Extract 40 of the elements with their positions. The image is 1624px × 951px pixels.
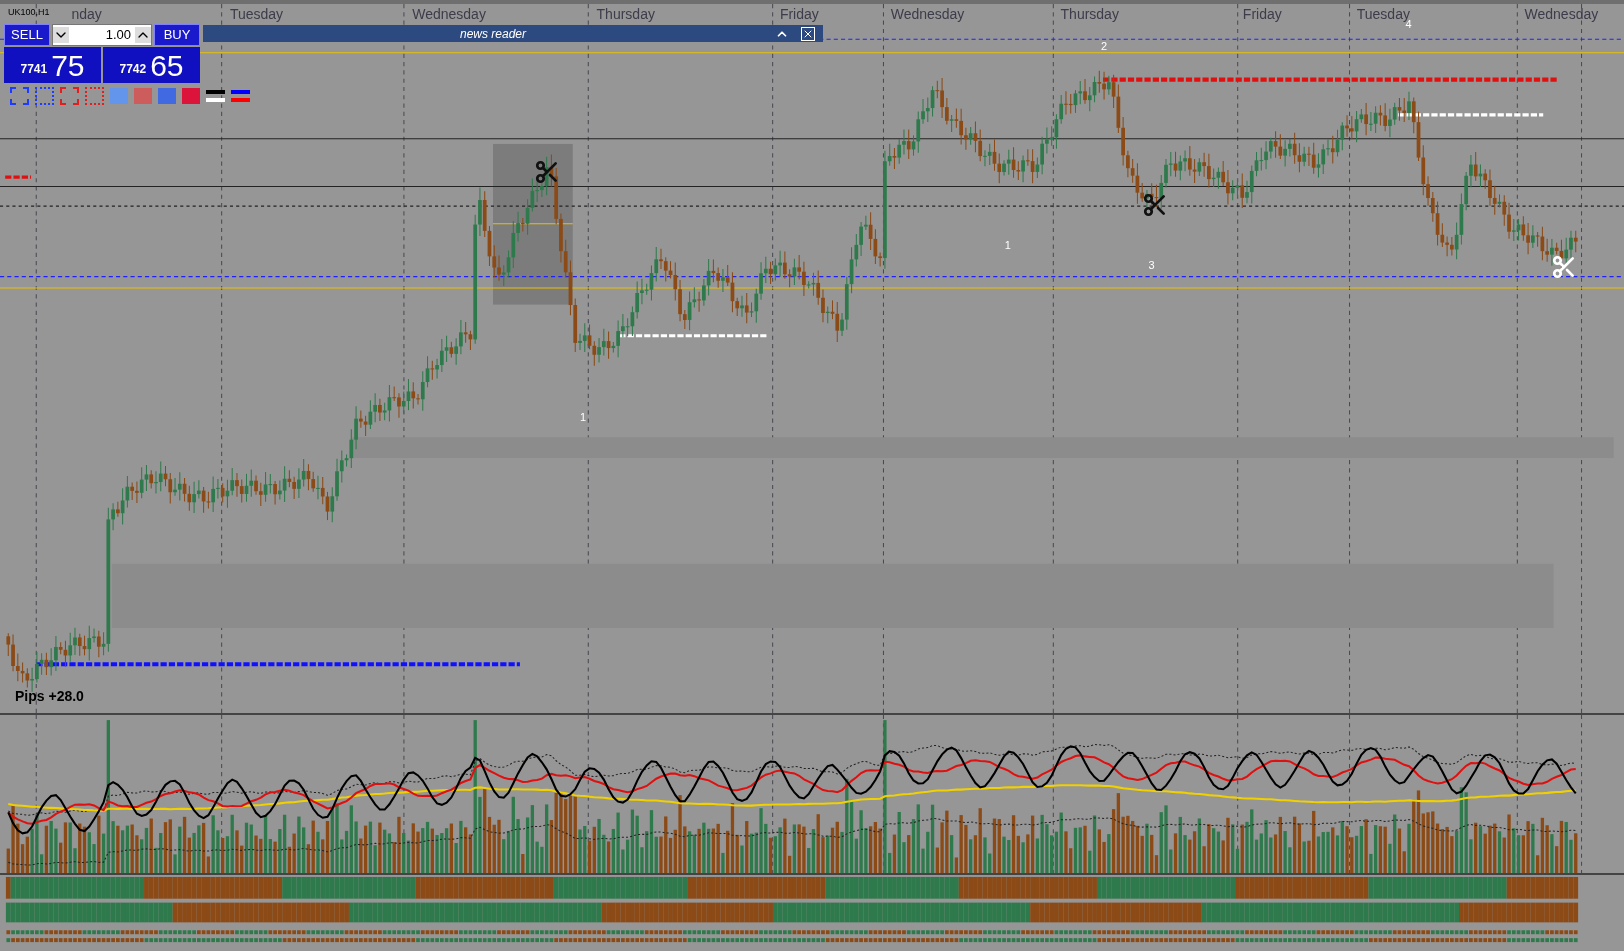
scissors-icon <box>1141 191 1168 218</box>
ask-price-minor: 65 <box>150 51 184 81</box>
color-swatch[interactable] <box>182 88 200 104</box>
day-label: Thursday <box>596 6 655 22</box>
lot-size-field[interactable]: 1.00 <box>52 24 152 46</box>
color-swatch[interactable] <box>158 88 176 104</box>
rectangle-tool-icon[interactable] <box>10 87 29 105</box>
marker-label: 1 <box>1004 240 1011 252</box>
color-swatch[interactable] <box>110 88 128 104</box>
day-label: Friday <box>779 6 819 22</box>
ask-price-major: 7742 <box>119 61 147 78</box>
day-label: Friday <box>1242 6 1282 22</box>
pips-label: Pips +28.0 <box>15 687 84 706</box>
scissors-icon <box>1550 254 1577 281</box>
day-label: Wednesday <box>1524 6 1599 22</box>
marker-label: 3 <box>1148 259 1155 271</box>
day-label: nday <box>71 6 102 22</box>
news-reader-title: news reader <box>458 25 528 43</box>
symbol-label: UK100,H1 <box>8 8 50 17</box>
decrease-icon[interactable] <box>53 27 69 43</box>
increase-icon[interactable] <box>135 27 151 43</box>
color-swatch[interactable] <box>134 88 152 104</box>
marker-label: 1 <box>580 412 587 424</box>
close-icon[interactable] <box>801 26 815 41</box>
line-tool-icon[interactable] <box>206 88 225 104</box>
scissors-icon <box>533 158 560 185</box>
sell-button[interactable]: SELL <box>4 24 50 46</box>
day-label: Wednesday <box>412 6 486 22</box>
marker-label: 2 <box>1100 41 1108 53</box>
buy-button[interactable]: BUY <box>154 24 200 46</box>
day-label: Thursday <box>1060 6 1119 22</box>
rectangle-tool-icon[interactable] <box>60 87 79 105</box>
rectangle-tool-icon[interactable] <box>35 87 54 105</box>
day-label: Tuesday <box>229 6 284 22</box>
ask-price-panel[interactable]: 7742 65 <box>103 47 200 83</box>
bid-price-major: 7741 <box>20 61 48 78</box>
bid-price-panel[interactable]: 7741 75 <box>4 47 101 83</box>
day-label: Wednesday <box>890 6 965 22</box>
bid-price-minor: 75 <box>51 51 85 81</box>
rectangle-tool-icon[interactable] <box>85 87 104 105</box>
